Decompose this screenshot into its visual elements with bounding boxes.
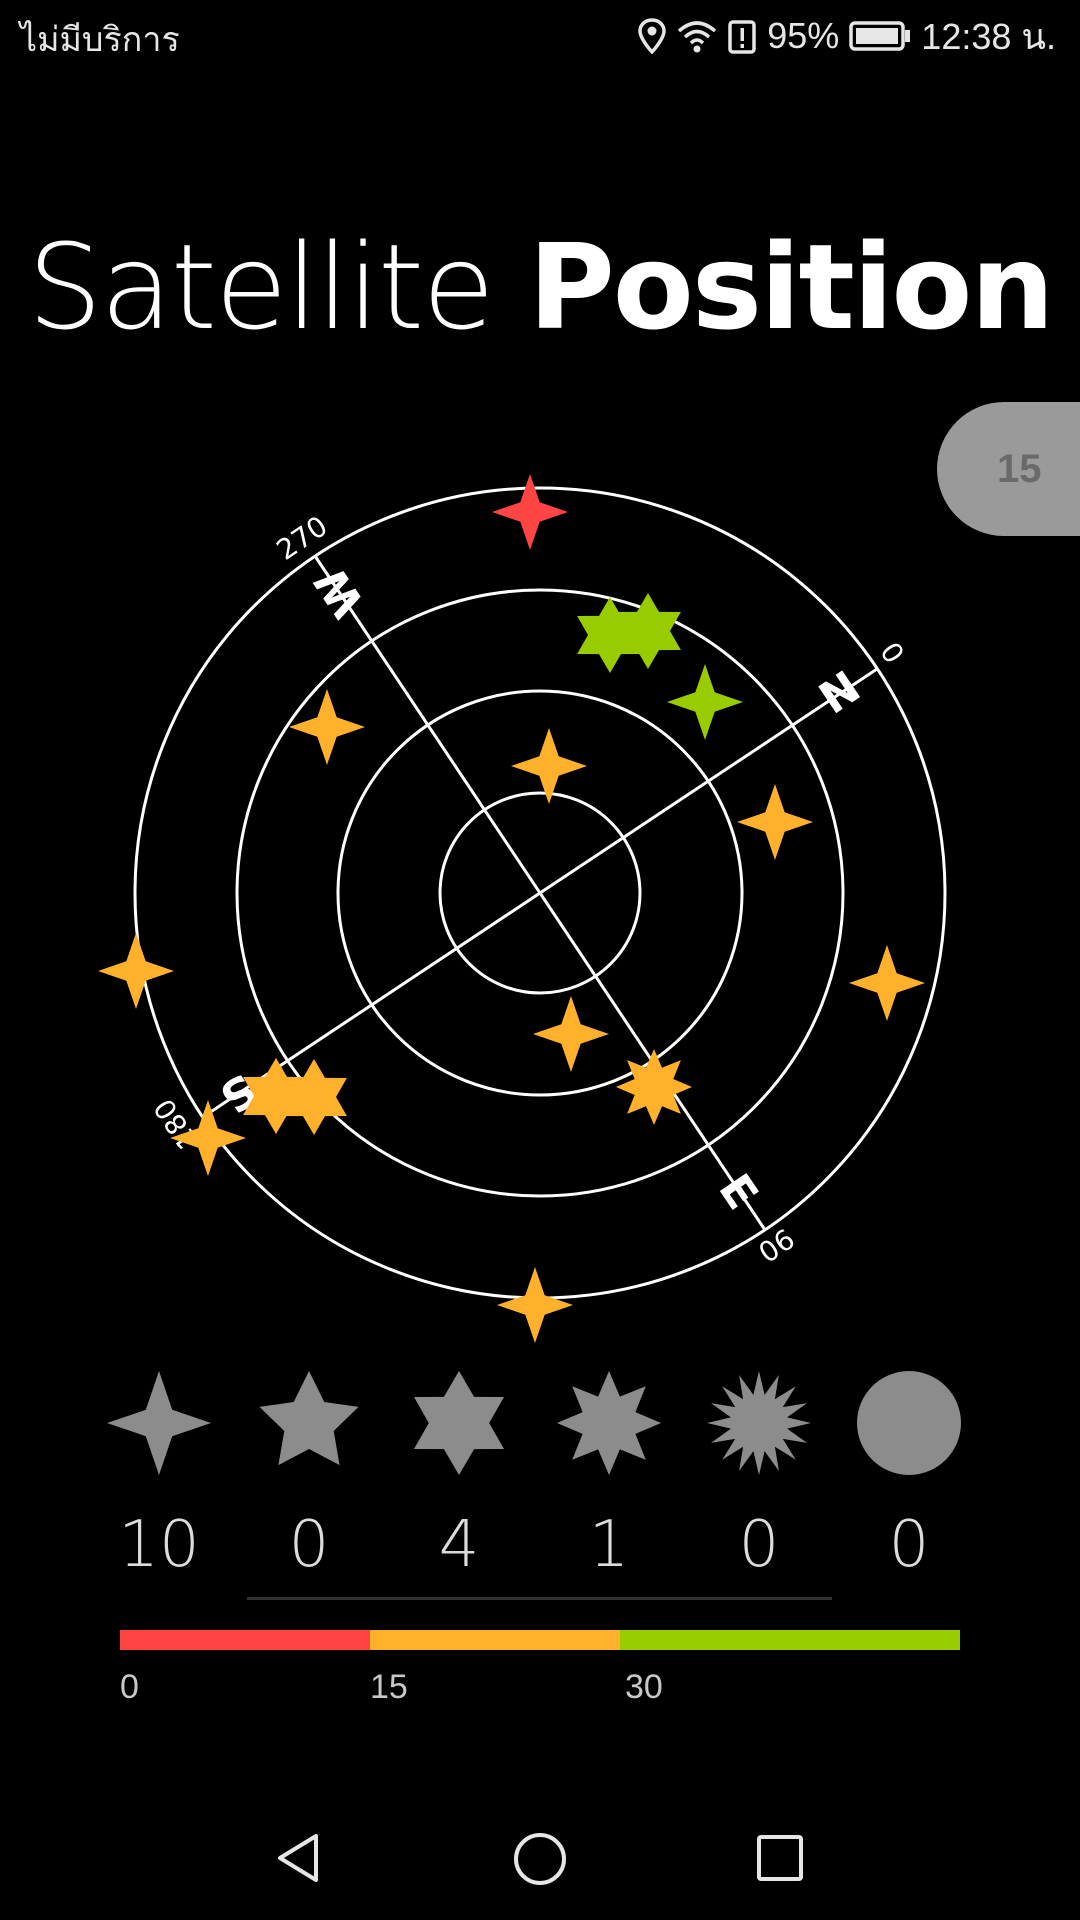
signal-scale-bar [120, 1630, 960, 1650]
legend-item: 0 [854, 1368, 964, 1582]
scale-label: 0 [120, 1668, 139, 1706]
axes [202, 555, 878, 1231]
page-title: Satellite Position [0, 218, 1080, 356]
satellites [98, 474, 925, 1343]
status-icons: 95% 12:38 น. [637, 10, 1056, 62]
legend-item: 4 [404, 1368, 514, 1582]
back-icon[interactable] [272, 1830, 328, 1886]
battery-percent: 95% [767, 15, 840, 56]
four-point-star-icon [107, 1371, 211, 1475]
label-west: W [305, 558, 374, 627]
scale-segment-red [120, 1630, 370, 1650]
satellite-marker [737, 784, 813, 860]
sky-plot: N E S W 0 90 180 270 [98, 474, 947, 1343]
shape-legend: 10 0 4 1 0 0 [104, 1368, 974, 1582]
degree-270: 270 [271, 509, 334, 566]
scale-segment-orange [370, 1630, 620, 1650]
navigation-bar [0, 1800, 1080, 1920]
degree-90: 90 [752, 1221, 800, 1268]
satellite-marker [98, 933, 174, 1009]
degree-labels: 0 90 180 270 [147, 509, 910, 1268]
west-east-axis [313, 555, 767, 1231]
home-icon[interactable] [511, 1830, 569, 1888]
divider [247, 1597, 832, 1600]
battery-icon [849, 21, 911, 51]
legend-count: 4 [438, 1508, 480, 1582]
legend-item: 1 [554, 1368, 664, 1582]
satellite-marker [616, 1049, 692, 1125]
label-north: N [810, 662, 869, 725]
scale-label: 15 [370, 1668, 408, 1706]
legend-item: 0 [704, 1368, 814, 1582]
wifi-icon [678, 21, 717, 53]
satellite-marker [511, 728, 587, 804]
satellite-marker [492, 474, 568, 550]
satellite-marker [667, 664, 743, 740]
six-point-star-icon [414, 1371, 504, 1475]
battery-alert-icon [728, 20, 756, 54]
circle-icon [857, 1371, 961, 1475]
signal-scale-labels: 0 15 30 [0, 1668, 1080, 1708]
burst-star-icon [707, 1371, 811, 1475]
label-east: E [708, 1165, 767, 1218]
legend-count: 10 [118, 1508, 200, 1582]
legend-count: 0 [288, 1508, 330, 1582]
location-icon [638, 18, 666, 54]
status-bar: ไม่มีบริการ 95% 12:38 น. [0, 0, 1080, 72]
scale-label: 30 [625, 1668, 663, 1706]
satellite-marker [533, 996, 609, 1072]
title-bold: Position [528, 218, 1054, 356]
eight-point-star-icon [557, 1371, 661, 1475]
five-point-star-icon [259, 1371, 359, 1466]
degree-0: 0 [873, 636, 910, 669]
satellite-marker [289, 689, 365, 765]
clock: 12:38 น. [921, 15, 1056, 57]
recents-icon[interactable] [754, 1832, 806, 1884]
carrier-label: ไม่มีบริการ [20, 20, 180, 60]
satellite-marker [497, 1267, 573, 1343]
satellite-marker [849, 945, 925, 1021]
legend-count: 0 [738, 1508, 780, 1582]
legend-item: 10 [104, 1368, 214, 1582]
legend-count: 0 [888, 1508, 930, 1582]
title-light: Satellite [27, 218, 529, 356]
legend-item: 0 [254, 1368, 364, 1582]
legend-count: 1 [588, 1508, 630, 1582]
scale-segment-green [620, 1630, 960, 1650]
